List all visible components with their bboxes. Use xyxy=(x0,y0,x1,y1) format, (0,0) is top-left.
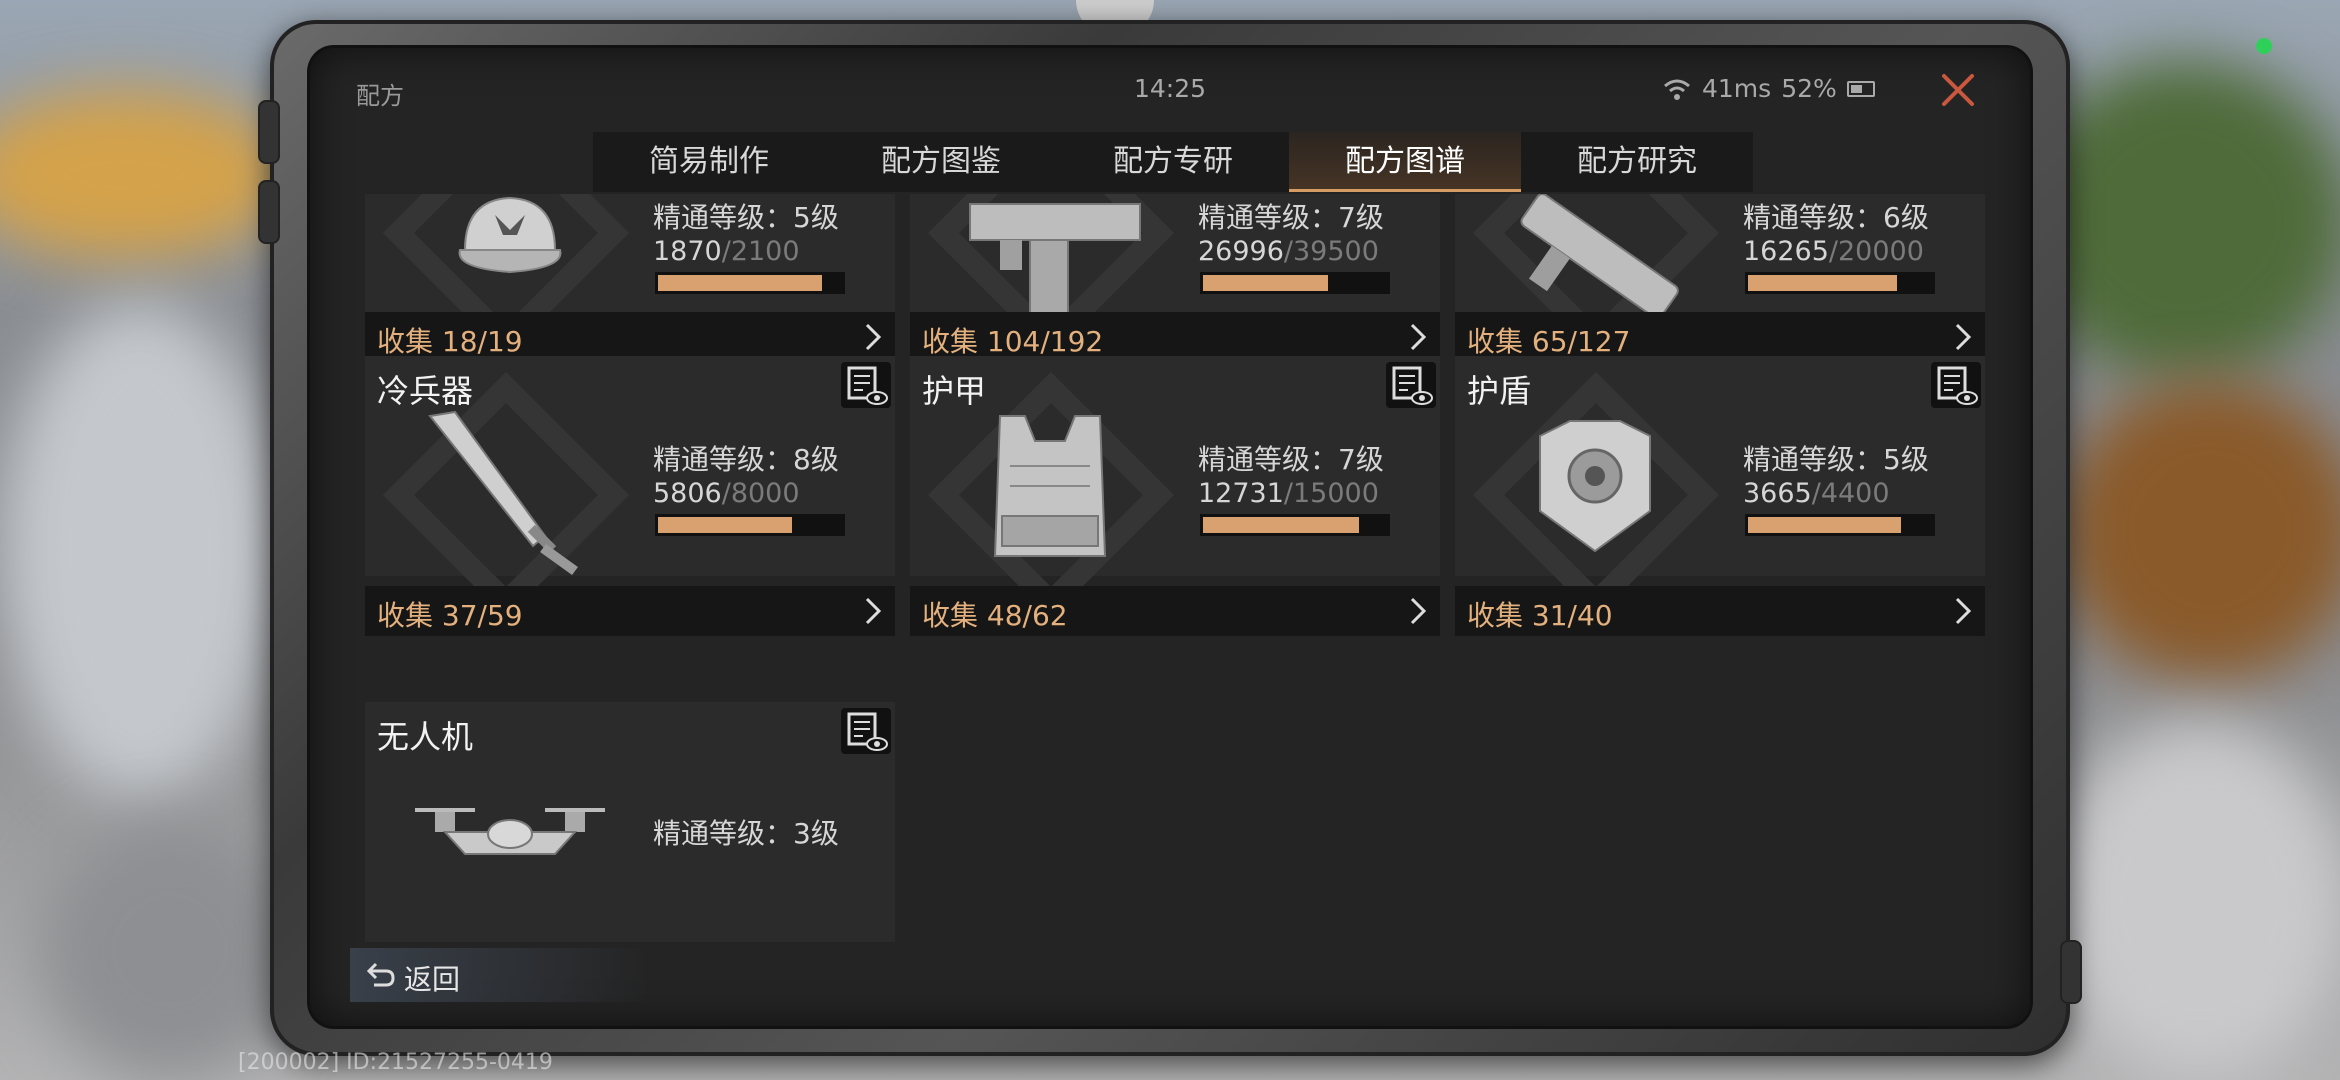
collect-wrapper: 收集 31/40 xyxy=(1455,586,1985,636)
tab-bar: 简易制作 配方图鉴 配方专研 配方图谱 配方研究 xyxy=(593,132,1753,192)
tab-recipe-atlas[interactable]: 配方图谱 xyxy=(1289,132,1521,192)
collect-count: 收集 104/192 xyxy=(922,325,1104,358)
return-icon xyxy=(366,962,395,987)
view-recipe-icon[interactable] xyxy=(841,362,891,408)
recording-indicator xyxy=(2256,38,2272,54)
mastery-level: 精通等级：3级 xyxy=(653,817,839,850)
wifi-icon xyxy=(1664,79,1690,100)
category-name: 护盾 xyxy=(1467,372,1532,410)
mastery-level: 精通等级：5级 xyxy=(1743,443,1929,476)
chevron-right-icon xyxy=(865,597,882,625)
collect-wrapper: 收集 37/59 xyxy=(365,586,895,636)
collect-row[interactable]: 收集 65/127 xyxy=(1455,312,1985,362)
mastery-bar xyxy=(1745,514,1935,536)
collect-row[interactable]: 收集 37/59 xyxy=(365,586,895,636)
view-recipe-icon[interactable] xyxy=(1931,362,1981,408)
recipe-grid: 精通等级：5级 1870/2100 收集 18/19 精通等级：7级 26996… xyxy=(365,194,1985,942)
status-bar: 配方 14:25 41ms 52% xyxy=(310,48,2030,132)
blade-icon xyxy=(428,410,578,576)
mastery-progress: 1870/2100 xyxy=(653,236,800,267)
collect-row[interactable]: 收集 31/40 xyxy=(1455,586,1985,636)
mastery-progress: 16265/20000 xyxy=(1743,236,1924,267)
collect-wrapper: 收集 48/62 xyxy=(910,586,1440,636)
collect-row[interactable]: 收集 18/19 xyxy=(365,312,895,362)
shield-armor-icon xyxy=(1539,420,1651,553)
mastery-progress: 5806/8000 xyxy=(653,478,800,509)
chevron-right-icon xyxy=(1410,323,1427,351)
battery-icon xyxy=(1846,80,1875,97)
vest-icon xyxy=(993,415,1107,557)
mastery-bar xyxy=(1745,272,1935,294)
collect-count: 收集 18/19 xyxy=(377,325,523,358)
collect-count: 收集 65/127 xyxy=(1467,325,1631,358)
collect-row[interactable]: 收集 48/62 xyxy=(910,586,1440,636)
tab-recipe-codex[interactable]: 配方图鉴 xyxy=(825,132,1057,192)
mastery-bar xyxy=(655,272,845,294)
network-status: 41ms 52% xyxy=(1662,74,1875,103)
back-button[interactable]: 返回 xyxy=(350,948,650,1002)
back-label: 返回 xyxy=(404,963,461,996)
tab-recipe-research[interactable]: 配方研究 xyxy=(1521,132,1753,192)
cap-icon xyxy=(458,196,562,274)
tab-simple-craft[interactable]: 简易制作 xyxy=(593,132,825,192)
mastery-level: 精通等级：7级 xyxy=(1198,201,1384,234)
mastery-progress: 26996/39500 xyxy=(1198,236,1379,267)
mastery-bar xyxy=(655,514,845,536)
recipe-card-melee[interactable]: 冷兵器 精通等级：8级 5806/8000 xyxy=(365,356,895,619)
chevron-right-icon xyxy=(1955,323,1972,351)
player-id: [200002] ID:21527255-0419 xyxy=(238,1050,553,1075)
tab-recipe-study[interactable]: 配方专研 xyxy=(1057,132,1289,192)
mastery-bar xyxy=(1200,272,1390,294)
collect-count: 收集 31/40 xyxy=(1467,599,1613,632)
chevron-right-icon xyxy=(865,323,882,351)
view-recipe-icon[interactable] xyxy=(1386,362,1436,408)
mastery-progress: 3665/4400 xyxy=(1743,478,1890,509)
battery-value: 52% xyxy=(1781,74,1837,103)
mastery-bar xyxy=(1200,514,1390,536)
recipe-card-smg[interactable]: 精通等级：7级 26996/39500 收集 104/192 xyxy=(910,194,1440,362)
collect-row[interactable]: 收集 104/192 xyxy=(910,312,1440,362)
view-recipe-icon[interactable] xyxy=(841,708,891,754)
mastery-level: 精通等级：7级 xyxy=(1198,443,1384,476)
ping-value: 41ms xyxy=(1702,74,1772,103)
recipe-screen: 配方 14:25 41ms 52% 简易制作 配方图鉴 配方专研 配方图谱 配方… xyxy=(310,48,2030,1026)
recipe-card-armor[interactable]: 护甲 精通等级：7级 12731/15000 xyxy=(910,356,1440,619)
mastery-progress: 12731/15000 xyxy=(1198,478,1379,509)
drone-icon xyxy=(415,808,605,855)
mastery-level: 精通等级：8级 xyxy=(653,443,839,476)
mastery-level: 精通等级：5级 xyxy=(653,201,839,234)
recipe-card-shield[interactable]: 护盾 精通等级：5级 3665/4400 xyxy=(1455,356,1985,619)
recipe-card-launcher[interactable]: 精通等级：6级 16265/20000 收集 65/127 xyxy=(1455,194,1985,362)
category-name: 无人机 xyxy=(377,718,474,756)
recipe-card-drone[interactable]: 无人机 精通等级：3级 xyxy=(365,702,895,942)
chevron-right-icon xyxy=(1410,597,1427,625)
mastery-level: 精通等级：6级 xyxy=(1743,201,1929,234)
recipe-card-headgear[interactable]: 精通等级：5级 1870/2100 收集 18/19 xyxy=(365,194,895,362)
collect-count: 收集 37/59 xyxy=(377,599,523,632)
chevron-right-icon xyxy=(1955,597,1972,625)
clock: 14:25 xyxy=(1133,74,1207,103)
category-name: 护甲 xyxy=(922,372,987,410)
close-icon[interactable] xyxy=(1934,66,1982,114)
app-title: 配方 xyxy=(356,82,404,110)
collect-count: 收集 48/62 xyxy=(922,599,1068,632)
